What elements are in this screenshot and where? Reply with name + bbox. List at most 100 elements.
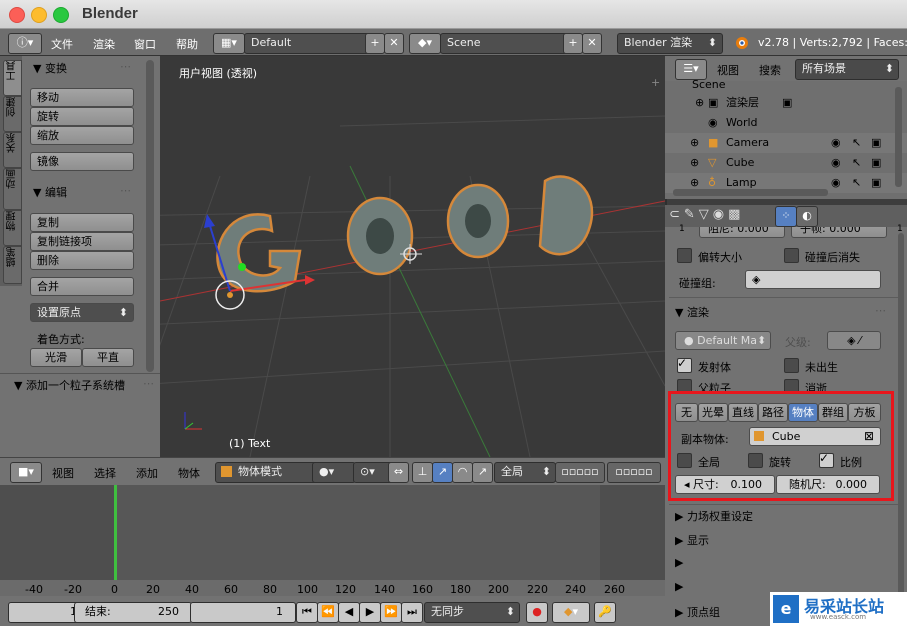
display-panel-header[interactable]: ▶ 显示 [675,532,709,548]
expand-icon[interactable]: ⊕ [690,153,699,173]
minimize-window-button[interactable] [31,7,47,23]
play-reverse-icon[interactable]: ◀ [338,602,360,623]
keyframe-insert-icon[interactable]: 🔑 [594,602,616,623]
scale-manipulator-icon[interactable]: ◠ [452,462,473,483]
transform-orientation-select[interactable]: 全局 ⬍ [494,462,556,483]
collision-group-field[interactable]: ◈ [745,270,881,289]
duplicate-button[interactable]: 复制 [30,213,134,232]
tool-shelf-scrollbar[interactable] [146,60,154,372]
delete-button[interactable]: 删除 [30,251,134,270]
layer-buttons-1[interactable]: ▫▫▫▫▫ [555,462,605,483]
end-frame-field[interactable]: 结束: 250 [74,602,192,623]
tab-tools[interactable]: 工具 [3,60,22,96]
particle-panel-header[interactable]: ▼ 添加一个粒子系统槽 [14,377,125,393]
particles-tab-icon[interactable]: ⁘ [775,206,797,227]
mirror-button[interactable]: 镜像 [30,152,134,171]
parent-field[interactable]: ◈ ⁄ [827,331,881,350]
rotate-button[interactable]: 旋转 [30,107,134,126]
editor-type-button[interactable]: ■▾ [10,462,42,483]
selectable-arrow-icon[interactable]: ↖ [852,133,861,153]
close-window-button[interactable] [9,7,25,23]
collapsed-panel-header[interactable]: ▶ [675,580,683,593]
menu-view[interactable]: 视图 [52,465,74,481]
layer-buttons-2[interactable]: ▫▫▫▫▫ [607,462,661,483]
visibility-eye-icon[interactable]: ◉ [831,153,841,173]
menu-render[interactable]: 渲染 [93,36,115,52]
render-camera-icon[interactable]: ▣ [871,133,881,153]
translate-manipulator-icon[interactable]: ⊥ [412,462,433,483]
3d-viewport[interactable]: 用户视图 (透视) (1) Text + [160,56,665,457]
render-engine-select[interactable]: Blender 渲染 ⬍ [617,33,723,54]
keying-set-icon[interactable]: ◆▾ [552,602,590,623]
tab-relations[interactable]: 关系 [3,132,22,168]
visibility-eye-icon[interactable]: ◉ [831,173,841,193]
damping-field[interactable]: 阻尼: 0.000 [699,227,785,238]
render-camera-icon[interactable]: ▣ [871,153,881,173]
physics-tab-icon[interactable]: ◐ [796,206,818,227]
selectable-arrow-icon[interactable]: ↖ [852,153,861,173]
tab-grease-pencil[interactable]: 蜡笔 [3,246,22,284]
screen-layout-icon[interactable]: ▦▾ [213,33,245,54]
outliner-row-render-layers[interactable]: ⊕ ▣ 渲染层 ▣ [665,93,907,113]
outliner[interactable]: Scene ⊕ ▣ 渲染层 ▣ ◉ World ⊕ ■ Camera ◉ ↖ ▣… [665,78,907,199]
prev-keyframe-icon[interactable]: ⏪ [317,602,339,623]
play-icon[interactable]: ▶ [359,602,381,623]
collapsed-panel-header[interactable]: ▶ [675,556,683,569]
remove-scene-button[interactable]: ✕ [582,33,602,54]
outliner-scrollbar[interactable] [895,87,902,187]
duplicate-linked-button[interactable]: 复制链接项 [30,232,134,251]
scene-icon[interactable]: ◆▾ [409,33,441,54]
jump-start-icon[interactable]: ⏮ [296,602,318,623]
maximize-window-button[interactable] [53,7,69,23]
next-keyframe-icon[interactable]: ⏩ [380,602,402,623]
outliner-row-world[interactable]: ◉ World [665,113,907,133]
rotate-manipulator-icon[interactable]: ↗ [432,462,453,483]
edit-panel-header[interactable]: ▼ 编辑 [33,184,67,200]
properties-scrollbar[interactable] [898,233,904,613]
invert-size-checkbox[interactable] [677,248,692,263]
selectable-arrow-icon[interactable]: ↖ [852,173,861,193]
remove-screen-button[interactable]: ✕ [384,33,404,54]
outliner-h-scrollbar[interactable] [673,189,828,196]
properties-tab-icons[interactable]: ⊂✎▽◉▩ [669,207,744,222]
transform-panel-header[interactable]: ▼ 变换 [33,60,67,76]
menu-add[interactable]: 添加 [136,465,158,481]
current-frame-field[interactable]: 1 [190,602,296,623]
shade-smooth-button[interactable]: 光滑 [30,348,82,367]
add-screen-button[interactable]: + [365,33,385,54]
scene-field[interactable]: Scene [440,33,568,54]
material-select[interactable]: ● Default Ma⬍ [675,331,771,350]
tab-animation[interactable]: 动画 [3,168,22,210]
subframe-field[interactable]: 子帧: 0.000 [791,227,887,238]
expand-icon[interactable]: ⊕ [695,93,704,113]
move-button[interactable]: 移动 [30,88,134,107]
unborn-checkbox[interactable] [784,358,799,373]
record-icon[interactable]: ● [526,602,548,623]
set-origin-select[interactable]: 设置原点 ⬍ [30,303,134,322]
render-panel-header[interactable]: ▼ 渲染 [675,304,709,320]
scale-button[interactable]: 缩放 [30,126,134,145]
tab-create[interactable]: 创建 [3,96,22,132]
menu-object[interactable]: 物体 [178,465,200,481]
outliner-row-scene[interactable]: Scene [665,75,907,95]
outliner-row-cube[interactable]: ⊕ ▽ Cube ◉ ↖ ▣ [665,153,907,173]
tab-physics[interactable]: 物理 [3,210,22,246]
render-layer-visibility-icon[interactable]: ▣ [782,93,792,113]
visibility-eye-icon[interactable]: ◉ [831,133,841,153]
viewport-shading-select[interactable]: ●▾ [312,462,356,483]
vertex-groups-panel-header[interactable]: ▶ 顶点组 [675,604,720,620]
join-button[interactable]: 合并 [30,277,134,296]
timeline[interactable]: -40 -20 0 20 40 60 80 100 120 140 160 18… [0,485,665,596]
info-editor-type-button[interactable]: ⓘ▾ [8,33,42,54]
screen-layout-field[interactable]: Default [244,33,370,54]
transform-orientation-icon[interactable]: ↗ [472,462,493,483]
add-scene-button[interactable]: + [563,33,583,54]
expand-icon[interactable]: ⊕ [690,133,699,153]
jump-end-icon[interactable]: ⏭ [401,602,423,623]
menu-window[interactable]: 窗口 [134,36,156,52]
outliner-row-camera[interactable]: ⊕ ■ Camera ◉ ↖ ▣ [665,133,907,153]
field-weights-panel-header[interactable]: ▶ 力场权重设定 [675,508,753,524]
viewport-corner-plus-icon[interactable]: + [651,76,660,89]
sync-mode-select[interactable]: 无同步 ⬍ [424,602,520,623]
current-frame-indicator[interactable] [114,485,117,581]
